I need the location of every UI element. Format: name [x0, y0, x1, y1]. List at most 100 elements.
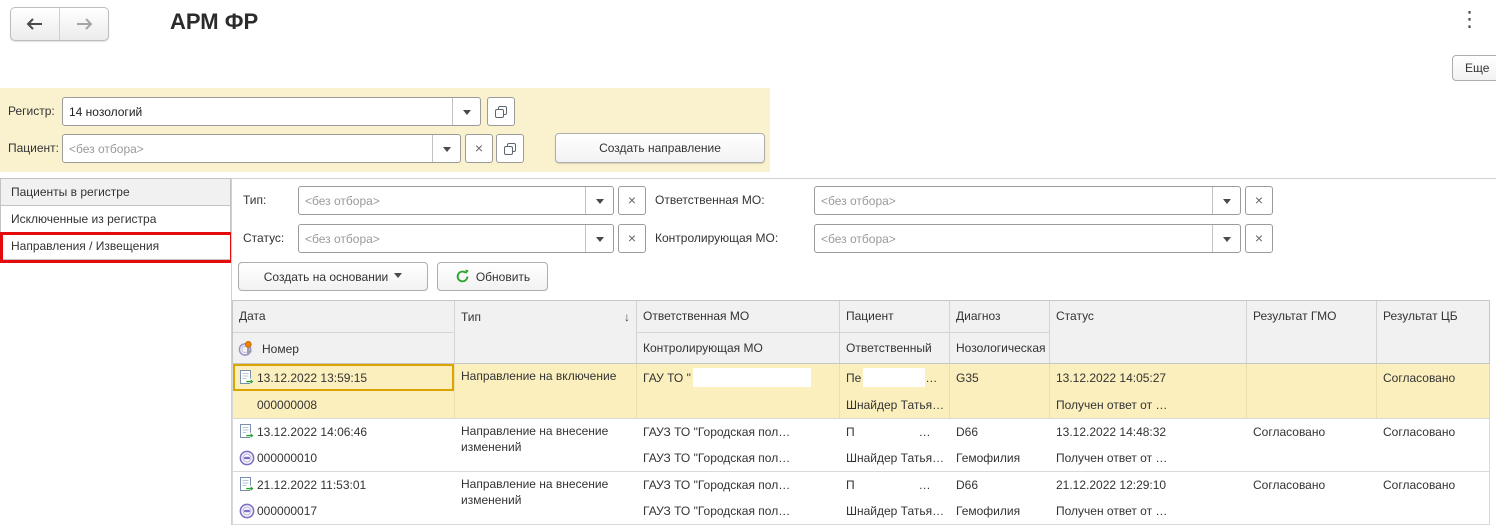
resp-mo-filter-clear-button[interactable]: ×	[1245, 186, 1273, 215]
row-ctrl-mo: ГАУЗ ТО "Городская пол…	[643, 451, 790, 465]
resp-mo-filter-dropdown-button[interactable]	[1212, 187, 1240, 214]
table-row[interactable]: 21.12.2022 11:53:01000000017Направление …	[233, 472, 1489, 525]
column-header-diagnosis[interactable]: Диагноз Нозологическая	[950, 301, 1050, 363]
registry-combo	[62, 97, 481, 126]
row-diagnosis: D66	[956, 478, 978, 492]
type-filter-clear-button[interactable]: ×	[618, 186, 646, 215]
redaction-box	[693, 368, 811, 387]
row-nosology: Гемофилия	[956, 504, 1020, 518]
column-header-status[interactable]: Статус	[1050, 301, 1247, 363]
refresh-icon	[455, 269, 470, 284]
table-row[interactable]: 13.12.2022 14:06:46 000000010 Направление …	[233, 419, 1489, 472]
chevron-down-icon	[596, 199, 604, 208]
tab-excluded-from-registry[interactable]: Исключенные из регистра	[0, 205, 231, 233]
row-date: 21.12.2022 11:53:01	[257, 478, 366, 492]
tab-patients-in-registry[interactable]: Пациенты в регистре	[0, 178, 231, 206]
refresh-label: Обновить	[476, 270, 530, 284]
row-status-text: Получен ответ от …	[1056, 451, 1167, 465]
forward-button[interactable]	[59, 8, 108, 40]
row-resp-mo: ГАУ ТО "	[643, 371, 691, 385]
ctrl-mo-filter-clear-button[interactable]: ×	[1245, 224, 1273, 253]
clear-icon: ×	[1255, 193, 1263, 207]
ctrl-mo-filter-label: Контролирующая МО:	[655, 224, 778, 253]
row-result-gmo: Согласовано	[1253, 478, 1325, 492]
resp-mo-filter-combo	[814, 186, 1241, 215]
registry-label: Регистр:	[8, 97, 55, 126]
row-patient: П	[846, 478, 855, 492]
notification-circle-icon	[239, 503, 255, 519]
row-number: 000000010	[257, 451, 317, 465]
more-button-label: Еще	[1465, 61, 1489, 75]
table-row[interactable]: 13.12.2022 13:59:15000000008Направление …	[233, 364, 1489, 419]
referrals-table: Дата Номер Тип ↓	[232, 300, 1490, 525]
refresh-button[interactable]: Обновить	[437, 262, 548, 291]
header-nosology: Нозологическая	[950, 333, 1049, 363]
sidebar-tabs: Пациенты в регистре Исключенные из регис…	[0, 178, 231, 260]
type-filter-dropdown-button[interactable]	[585, 187, 613, 214]
table-header: Дата Номер Тип ↓	[232, 300, 1490, 364]
create-referral-button[interactable]: Создать направление	[555, 133, 765, 163]
row-type: Направление на внесение изменений	[455, 472, 637, 508]
kebab-menu-icon[interactable]: ⋮	[1459, 7, 1480, 33]
row-date: 13.12.2022 13:59:15	[257, 371, 367, 385]
row-date: 13.12.2022 14:06:46	[257, 425, 367, 439]
patient-input[interactable]	[63, 135, 432, 162]
row-patient: Пе	[846, 371, 861, 385]
row-result-cb: Согласовано	[1383, 478, 1455, 492]
redaction-box	[857, 476, 919, 495]
page-title: АРМ ФР	[170, 9, 258, 35]
column-header-mo[interactable]: Ответственная МО Контролирующая МО	[637, 301, 840, 363]
status-filter-clear-button[interactable]: ×	[618, 224, 646, 253]
patient-dropdown-button[interactable]	[432, 135, 460, 162]
ctrl-mo-filter-input[interactable]	[815, 225, 1212, 252]
table-body: 13.12.2022 13:59:15 000000008 Направление …	[232, 364, 1490, 525]
status-filter-input[interactable]	[299, 225, 585, 252]
row-patient: П	[846, 425, 855, 439]
row-nosology: Гемофилия	[956, 451, 1020, 465]
chevron-down-icon	[596, 237, 604, 246]
header-type: Тип	[461, 302, 481, 332]
column-header-result-gmo[interactable]: Результат ГМО	[1247, 301, 1377, 363]
create-based-on-button[interactable]: Создать на основании	[238, 262, 428, 291]
row-responsible: Шнайдер Татья…	[846, 504, 944, 518]
document-icon	[239, 477, 255, 493]
header-number: Номер	[262, 334, 299, 364]
header-patient: Пациент	[840, 301, 949, 333]
row-status-datetime: 21.12.2022 12:29:10	[1056, 478, 1166, 492]
status-filter-dropdown-button[interactable]	[585, 225, 613, 252]
chevron-down-icon	[443, 147, 451, 156]
header-diagnosis: Диагноз	[950, 301, 1049, 333]
column-header-patient[interactable]: Пациент Ответственный	[840, 301, 950, 363]
resp-mo-filter-input[interactable]	[815, 187, 1212, 214]
row-status-datetime: 13.12.2022 14:48:32	[1056, 425, 1166, 439]
patient-clear-button[interactable]: ×	[465, 134, 493, 163]
document-icon	[239, 370, 255, 386]
row-result-cb: Согласовано	[1383, 425, 1455, 439]
header-result-cb: Результат ЦБ	[1377, 301, 1489, 332]
row-number: 000000008	[257, 398, 317, 412]
more-button[interactable]: Еще	[1452, 55, 1496, 81]
registry-input[interactable]	[63, 98, 452, 125]
key-icon	[238, 340, 255, 357]
create-referral-label: Создать направление	[599, 141, 721, 155]
back-button[interactable]	[11, 8, 59, 40]
header-result-gmo: Результат ГМО	[1247, 301, 1376, 332]
ctrl-mo-filter-dropdown-button[interactable]	[1212, 225, 1240, 252]
chevron-down-icon	[1223, 237, 1231, 246]
row-result-gmo: Согласовано	[1253, 425, 1325, 439]
column-header-date-number[interactable]: Дата Номер	[233, 301, 455, 363]
column-header-type[interactable]: Тип ↓	[455, 301, 637, 363]
open-form-icon	[503, 142, 517, 156]
tab-referrals-notifications[interactable]: Направления / Извещения	[0, 232, 231, 260]
registry-dropdown-button[interactable]	[452, 98, 480, 125]
registry-open-button[interactable]	[487, 97, 515, 126]
notification-circle-icon	[239, 450, 255, 466]
row-type: Направление на внесение изменений	[455, 419, 637, 455]
patient-open-button[interactable]	[496, 134, 524, 163]
header-date: Дата	[233, 301, 454, 333]
resp-mo-filter-label: Ответственная МО:	[655, 186, 765, 215]
row-responsible: Шнайдер Татья…	[846, 451, 944, 465]
type-filter-input[interactable]	[299, 187, 585, 214]
row-diagnosis: D66	[956, 425, 978, 439]
column-header-result-cb[interactable]: Результат ЦБ	[1377, 301, 1489, 363]
